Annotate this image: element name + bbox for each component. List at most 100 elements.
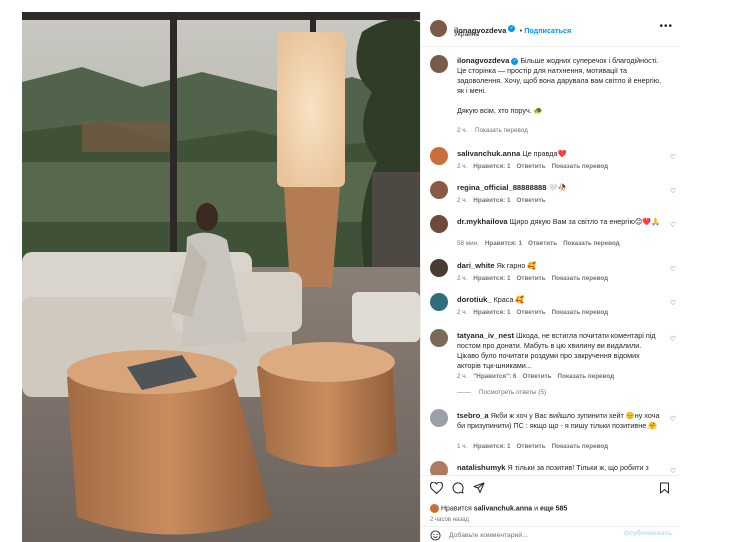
- comment-item: dari_white Як гарно 🥰 2 ч. Нравится: 1 Отв…: [430, 259, 676, 289]
- reply-button[interactable]: Ответить: [516, 197, 545, 204]
- caption-translate[interactable]: Показать перевод: [475, 127, 528, 134]
- commenter-avatar[interactable]: [430, 147, 448, 165]
- comment-username[interactable]: dr.mykhailova: [457, 217, 508, 226]
- photo-scene: [22, 12, 420, 542]
- likes-count[interactable]: еще 585: [540, 505, 567, 512]
- translate-button[interactable]: Показать перевод: [558, 373, 615, 380]
- verified-icon: ✓: [511, 57, 519, 65]
- add-comment-bar: Опубликовать: [421, 526, 680, 542]
- comment-likes[interactable]: "Нравится": 6: [473, 373, 516, 380]
- comment-item: dorotiuk_ Краса 🥰 2 ч. Нравится: 1 Ответит…: [430, 293, 676, 323]
- reply-button[interactable]: Ответить: [528, 240, 557, 247]
- small-heart-icon[interactable]: ♡: [670, 265, 676, 273]
- post-sidebar: ilonagvozdeva ✓ • Подписаться Украина •••…: [420, 12, 680, 542]
- view-replies-label: Посмотреть ответы (5): [479, 389, 547, 396]
- emoji-icon[interactable]: [430, 530, 441, 541]
- comment-input[interactable]: [449, 529, 609, 542]
- caption-username[interactable]: ilonagvozdeva: [457, 56, 509, 65]
- comment-likes[interactable]: Нравится: 1: [485, 240, 522, 247]
- posted-ago[interactable]: 2 часов назад: [430, 517, 469, 523]
- bookmark-icon[interactable]: [659, 482, 670, 494]
- comment-text: Щиро дякую Вам за світло та енергію😊❤️🙏: [509, 217, 661, 226]
- commenter-avatar[interactable]: [430, 409, 448, 427]
- caption-avatar[interactable]: [430, 55, 448, 73]
- translate-button[interactable]: Показать перевод: [552, 275, 609, 282]
- comment-item: natalishumyk Я тільки за позитив! Тільки…: [430, 461, 676, 475]
- small-heart-icon[interactable]: ♡: [670, 187, 676, 195]
- comment-time: 2 ч.: [457, 163, 468, 170]
- comments-scroll[interactable]: ilonagvozdeva ✓ Більше жодних суперечок і…: [421, 47, 680, 475]
- likes-middle: и: [534, 505, 539, 513]
- post-header: ilonagvozdeva ✓ • Подписаться Украина •••: [421, 12, 680, 47]
- comment-time: 1 ч.: [457, 443, 468, 450]
- small-heart-icon[interactable]: ♡: [670, 467, 676, 475]
- reply-button[interactable]: Ответить: [516, 309, 545, 316]
- comment-time: 58 мин.: [457, 240, 479, 247]
- post-location[interactable]: Украина: [454, 31, 479, 38]
- small-heart-icon[interactable]: ♡: [670, 299, 676, 307]
- small-heart-icon[interactable]: ♡: [670, 335, 676, 343]
- follow-button[interactable]: Подписаться: [524, 26, 571, 35]
- comment-time: 2 ч.: [457, 309, 468, 316]
- small-heart-icon[interactable]: ♡: [670, 153, 676, 161]
- small-heart-icon[interactable]: ♡: [670, 221, 676, 229]
- commenter-avatar[interactable]: [430, 181, 448, 199]
- translate-button[interactable]: Показать перевод: [552, 309, 609, 316]
- commenter-avatar[interactable]: [430, 293, 448, 311]
- translate-button[interactable]: Показать перевод: [552, 443, 609, 450]
- translate-button[interactable]: Показать перевод: [563, 240, 620, 247]
- comment-time: 2 ч.: [457, 373, 468, 380]
- comment-likes[interactable]: Нравится: 1: [473, 443, 510, 450]
- comment-item: dr.mykhailova Щиро дякую Вам за світло т…: [430, 215, 676, 255]
- liker-avatar[interactable]: [430, 504, 439, 513]
- comment-likes[interactable]: Нравится: 1: [473, 309, 510, 316]
- comment-text: Це правда❤️: [522, 149, 567, 158]
- reply-button[interactable]: Ответить: [522, 373, 551, 380]
- comment-item: salivanchuk.anna Це правда❤️ 2 ч. Нравитс…: [430, 147, 676, 177]
- caption-text-2: Дякую всім, хто поруч. 🐢: [457, 106, 543, 115]
- liker-username[interactable]: salivanchuk.anna: [474, 505, 532, 512]
- translate-button[interactable]: Показать перевод: [552, 163, 609, 170]
- comment-time: 2 ч.: [457, 275, 468, 282]
- comment-text: Я тільки за позитив! Тільки ж, що робити…: [507, 463, 649, 472]
- comment-username[interactable]: regina_official_88888888: [457, 183, 547, 192]
- view-replies-button[interactable]: Посмотреть ответы (5): [457, 389, 546, 396]
- caption: ilonagvozdeva ✓ Більше жодних суперечок і…: [430, 55, 676, 139]
- comment-username[interactable]: natalishumyk: [457, 463, 506, 472]
- comment-icon[interactable]: [452, 482, 464, 494]
- post-modal: ilonagvozdeva ✓ • Подписаться Украина •••…: [22, 12, 680, 542]
- commenter-avatar[interactable]: [430, 259, 448, 277]
- comment-likes[interactable]: Нравится: 1: [473, 163, 510, 170]
- caption-meta: 2 ч. Показать перевод: [457, 127, 534, 134]
- comment-item: tatyana_iv_nest Шкода, не встигла почита…: [430, 329, 676, 389]
- share-icon[interactable]: [473, 482, 485, 494]
- post-comment-button[interactable]: Опубликовать: [623, 530, 672, 537]
- verified-icon: ✓: [508, 25, 516, 33]
- small-heart-icon[interactable]: ♡: [670, 415, 676, 423]
- heart-icon[interactable]: [430, 482, 443, 494]
- comment-username[interactable]: salivanchuk.anna: [457, 149, 520, 158]
- comment-username[interactable]: tsebro_a: [457, 411, 489, 420]
- comment-item: tsebro_a Якби ж хоч у Вас вийшло зупинит…: [430, 409, 676, 457]
- commenter-avatar[interactable]: [430, 461, 448, 475]
- more-icon[interactable]: •••: [659, 22, 673, 32]
- comment-username[interactable]: dari_white: [457, 261, 495, 270]
- reply-button[interactable]: Ответить: [516, 275, 545, 282]
- comment-text: Краса 🥰: [493, 295, 525, 304]
- post-photo[interactable]: [22, 12, 420, 542]
- comment-text: Як гарно 🥰: [496, 261, 537, 270]
- caption-time: 2 ч.: [457, 127, 468, 134]
- comment-time: 2 ч.: [457, 197, 468, 204]
- reply-button[interactable]: Ответить: [516, 443, 545, 450]
- comment-username[interactable]: dorotiuk_: [457, 295, 492, 304]
- commenter-avatar[interactable]: [430, 215, 448, 233]
- commenter-avatar[interactable]: [430, 329, 448, 347]
- likes-summary: Нравится salivanchuk.anna и еще 585: [430, 504, 567, 513]
- comment-likes[interactable]: Нравится: 1: [473, 275, 510, 282]
- comment-username[interactable]: tatyana_iv_nest: [457, 331, 514, 340]
- author-avatar[interactable]: [430, 20, 447, 37]
- comment-text: 🤍🥀: [548, 183, 567, 192]
- reply-button[interactable]: Ответить: [516, 163, 545, 170]
- comment-likes[interactable]: Нравится: 1: [473, 197, 510, 204]
- likes-prefix: Нравится: [440, 505, 472, 513]
